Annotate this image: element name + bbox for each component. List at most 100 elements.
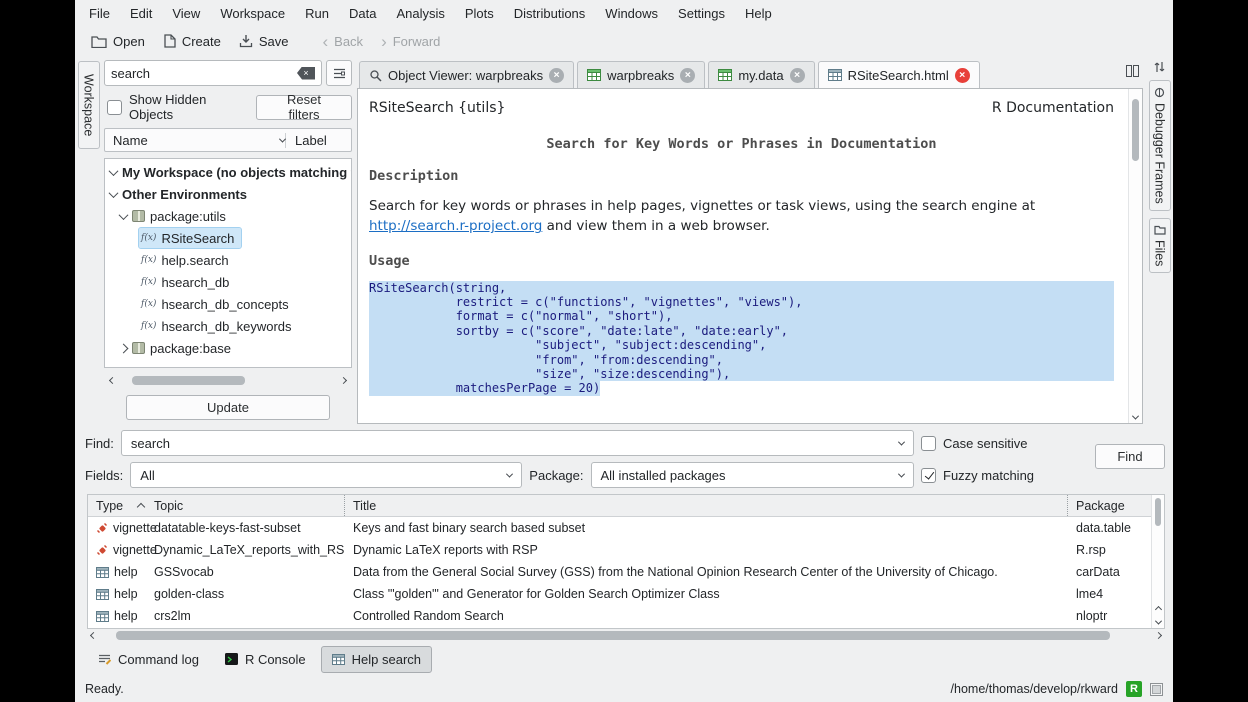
tree-horizontal-scrollbar[interactable] [104, 374, 352, 387]
workspace-search-field[interactable]: × [104, 60, 322, 86]
tree-item-package-utils[interactable]: package:utils [105, 205, 351, 227]
close-tab-icon[interactable]: × [680, 68, 695, 83]
menu-view[interactable]: View [172, 6, 200, 21]
scroll-left-icon[interactable] [106, 378, 119, 383]
results-horizontal-scrollbar[interactable] [87, 629, 1165, 642]
expand-icon[interactable] [119, 343, 129, 353]
scroll-down-icon[interactable] [1152, 620, 1164, 625]
doc-scrollbar[interactable] [1128, 89, 1142, 423]
find-button[interactable]: Find [1095, 444, 1165, 469]
show-hidden-checkbox[interactable] [107, 100, 122, 115]
save-button[interactable]: Save [231, 31, 297, 52]
back-button[interactable]: ‹ Back [314, 31, 371, 52]
forward-button[interactable]: › Forward [373, 31, 448, 52]
open-label: Open [113, 34, 145, 49]
column-type[interactable]: Type [88, 499, 154, 513]
menu-file[interactable]: File [89, 6, 110, 21]
reset-filters-button[interactable]: Reset filters [256, 95, 352, 120]
tree-item-package-base[interactable]: package:base [105, 337, 351, 359]
menu-data[interactable]: Data [349, 6, 376, 21]
menu-run[interactable]: Run [305, 6, 329, 21]
command-log-tab[interactable]: Command log [87, 646, 210, 673]
tab-label: my.data [738, 68, 783, 83]
scrollbar-thumb[interactable] [116, 631, 1110, 640]
menu-settings[interactable]: Settings [678, 6, 725, 21]
collapse-icon[interactable] [109, 166, 119, 176]
tool-tab-label: Debugger Frames [1153, 103, 1167, 204]
name-column-header[interactable]: Name [113, 133, 285, 148]
column-title[interactable]: Title [344, 495, 1067, 516]
tree-item-rsitesearch[interactable]: f(x) RSiteSearch [105, 227, 351, 249]
open-button[interactable]: Open [83, 31, 153, 52]
scrollbar-thumb[interactable] [1132, 99, 1139, 161]
fuzzy-matching-option[interactable]: Fuzzy matching [921, 468, 1073, 483]
close-tab-icon[interactable]: × [955, 68, 970, 83]
find-combobox[interactable]: search [121, 430, 914, 456]
move-tabs-icon[interactable] [1154, 61, 1165, 73]
scroll-up-icon[interactable] [1152, 607, 1164, 612]
debugger-frames-tool-tab[interactable]: Debugger Frames [1149, 80, 1171, 211]
tool-tab-label: Files [1153, 240, 1167, 266]
case-sensitive-option[interactable]: Case sensitive [921, 436, 1073, 451]
tree-item-hsearch-db-concepts[interactable]: f(x) hsearch_db_concepts [105, 293, 351, 315]
tree-item-help-search[interactable]: f(x) help.search [105, 249, 351, 271]
tab-my-data[interactable]: my.data × [708, 61, 814, 88]
search-r-project-link[interactable]: http://search.r-project.org [369, 218, 542, 234]
close-tab-icon[interactable]: × [790, 68, 805, 83]
tab-warpbreaks[interactable]: warpbreaks × [577, 61, 705, 88]
case-sensitive-checkbox[interactable] [921, 436, 936, 451]
result-row[interactable]: help golden-class Class '"golden"' and G… [88, 583, 1151, 605]
workspace-tool-tab[interactable]: Workspace [78, 61, 100, 149]
filter-options-button[interactable] [326, 60, 352, 86]
tree-item-hsearch-db[interactable]: f(x) hsearch_db [105, 271, 351, 293]
tab-rsitesearch-html[interactable]: RSiteSearch.html × [818, 61, 980, 88]
files-tool-tab[interactable]: Files [1149, 218, 1171, 273]
code-line: restrict = c("functions", "vignettes", "… [369, 295, 1114, 309]
label-column-header[interactable]: Label [285, 133, 343, 148]
scroll-down-icon[interactable] [1129, 415, 1142, 420]
menu-plots[interactable]: Plots [465, 6, 494, 21]
scroll-right-icon[interactable] [337, 378, 350, 383]
search-input[interactable] [111, 66, 297, 81]
r-console-tab[interactable]: R Console [214, 646, 317, 673]
tree-item-my-workspace[interactable]: My Workspace (no objects matching filter… [105, 161, 351, 183]
result-row[interactable]: help GSSvocab Data from the General Soci… [88, 561, 1151, 583]
close-tab-icon[interactable]: × [549, 68, 564, 83]
menu-help[interactable]: Help [745, 6, 772, 21]
create-button[interactable]: Create [155, 31, 229, 52]
result-row[interactable]: vignette Dynamic_LaTeX_reports_with_RSP … [88, 539, 1151, 561]
menu-workspace[interactable]: Workspace [220, 6, 285, 21]
fields-combobox[interactable]: All [130, 462, 522, 488]
result-row[interactable]: vignette datatable-keys-fast-subset Keys… [88, 517, 1151, 539]
help-search-tab[interactable]: Help search [321, 646, 432, 673]
package-icon [132, 210, 145, 222]
case-sensitive-label: Case sensitive [943, 436, 1028, 451]
scrollbar-thumb[interactable] [1155, 498, 1161, 526]
result-row[interactable]: help crs2lm Controlled Random Search nlo… [88, 605, 1151, 627]
tool-tab-label: Command log [118, 652, 199, 667]
clear-search-icon[interactable]: × [297, 67, 315, 80]
folder-icon [1154, 225, 1166, 235]
menu-distributions[interactable]: Distributions [514, 6, 586, 21]
collapse-icon[interactable] [109, 188, 119, 198]
results-vertical-scrollbar[interactable] [1151, 495, 1164, 628]
column-topic[interactable]: Topic [154, 499, 344, 513]
main-toolbar: Open Create Save ‹ Back › Forward [75, 26, 1173, 56]
scrollbar-thumb[interactable] [132, 376, 245, 385]
tab-object-viewer[interactable]: Object Viewer: warpbreaks × [359, 61, 574, 88]
menu-windows[interactable]: Windows [605, 6, 658, 21]
package-icon [132, 342, 145, 354]
column-package[interactable]: Package [1067, 495, 1151, 516]
menu-analysis[interactable]: Analysis [396, 6, 444, 21]
tree-item-other-environments[interactable]: Other Environments [105, 183, 351, 205]
tree-item-hsearch-db-keywords[interactable]: f(x) hsearch_db_keywords [105, 315, 351, 337]
menu-edit[interactable]: Edit [130, 6, 152, 21]
help-search-panel: Find: search Case sensitive Fields: All … [75, 424, 1173, 492]
fuzzy-matching-checkbox[interactable] [921, 468, 936, 483]
update-button[interactable]: Update [126, 395, 330, 420]
split-view-icon[interactable] [1126, 65, 1139, 77]
scroll-left-icon[interactable] [87, 633, 100, 638]
package-combobox[interactable]: All installed packages [591, 462, 915, 488]
collapse-icon[interactable] [119, 210, 129, 220]
scroll-right-icon[interactable] [1152, 633, 1165, 638]
